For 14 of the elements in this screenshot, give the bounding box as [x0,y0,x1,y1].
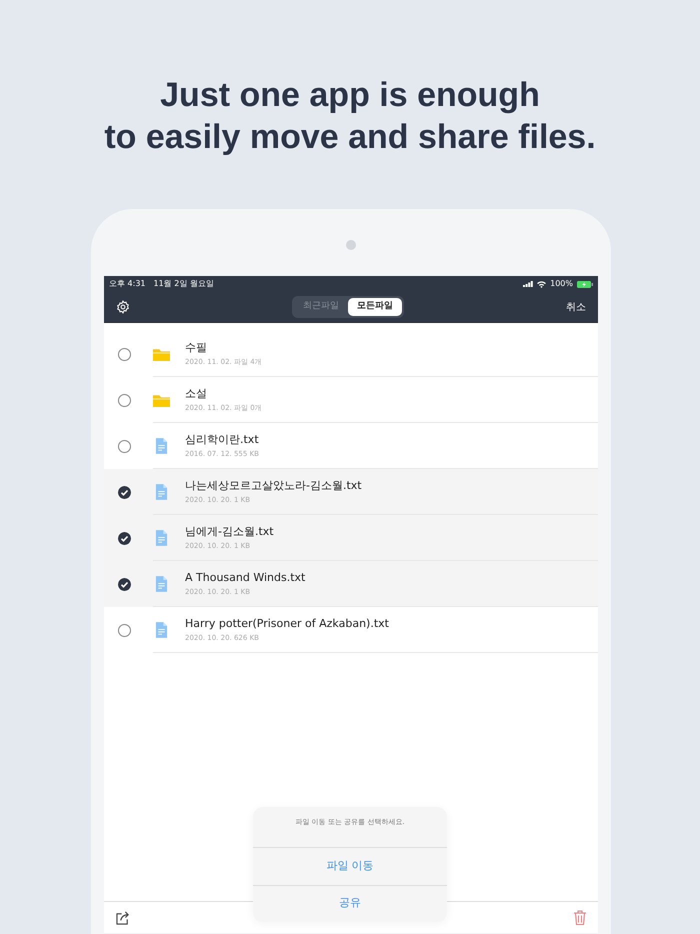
cancel-button[interactable]: 취소 [566,300,586,314]
headline: Just one app is enough [159,75,541,116]
status-time: 오후 4:31 [109,278,146,290]
file-name[interactable]: 나는세상모르고살았노라-김소월.txt [185,478,362,493]
status-date: 11월 2일 월요일 [154,278,214,290]
battery-percent: 100% [550,278,573,290]
file-name[interactable]: 수필 [185,340,262,355]
file-name[interactable]: A Thousand Winds.txt [185,570,306,585]
file-name[interactable]: 심리학이란.txt [185,432,259,447]
file-name[interactable]: 소설 [185,386,262,401]
file-name[interactable]: 님에게-김소월.txt [185,524,274,539]
tab[interactable]: 모든파일 [348,298,402,316]
headline: to easily move and share files. [103,117,597,158]
file-name[interactable]: Harry potter(Prisoner of Azkaban).txt [185,616,389,631]
